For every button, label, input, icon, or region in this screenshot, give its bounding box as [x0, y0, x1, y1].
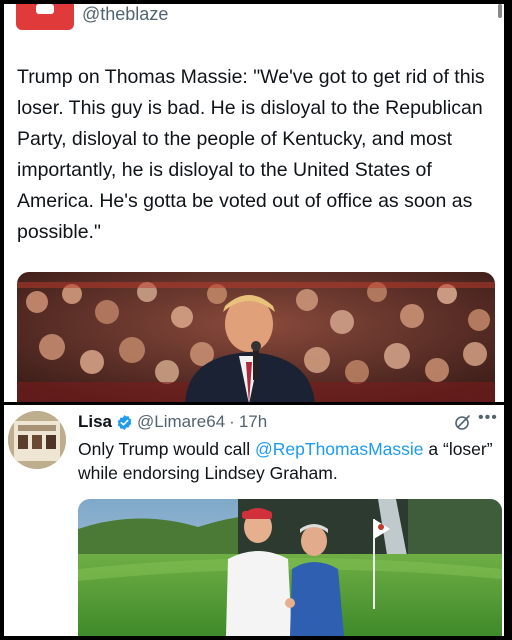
quoted-tweet-handle[interactable]: @theblaze: [82, 4, 168, 25]
reply-tweet-card[interactable]: Lisa @Limare64 · 17h ••• Only Trump woul…: [4, 405, 504, 636]
author-display-name[interactable]: Lisa: [78, 412, 112, 432]
author-handle[interactable]: @Limare64: [137, 412, 225, 432]
golf-photo[interactable]: [78, 499, 502, 636]
tweet-timestamp[interactable]: 17h: [239, 412, 267, 432]
scrollbar[interactable]: [498, 4, 502, 18]
grok-icon[interactable]: [454, 413, 472, 431]
verified-badge-icon: [116, 414, 133, 431]
lisa-avatar[interactable]: [8, 411, 66, 469]
rally-photo[interactable]: [17, 272, 495, 402]
reply-text-start: Only Trump would call: [78, 439, 256, 459]
mention-link[interactable]: @RepThomasMassie: [255, 439, 424, 459]
reply-author-row: Lisa @Limare64 · 17h: [78, 411, 267, 433]
theblaze-avatar[interactable]: [16, 4, 74, 30]
quoted-tweet-text: Trump on Thomas Massie: "We've got to ge…: [17, 66, 485, 243]
reply-tweet-text: Only Trump would call @RepThomasMassie a…: [78, 437, 498, 485]
separator-dot: ·: [229, 412, 235, 431]
more-options-icon[interactable]: •••: [478, 409, 498, 427]
quoted-tweet-card[interactable]: @theblaze Trump on Thomas Massie: "We've…: [4, 4, 504, 402]
